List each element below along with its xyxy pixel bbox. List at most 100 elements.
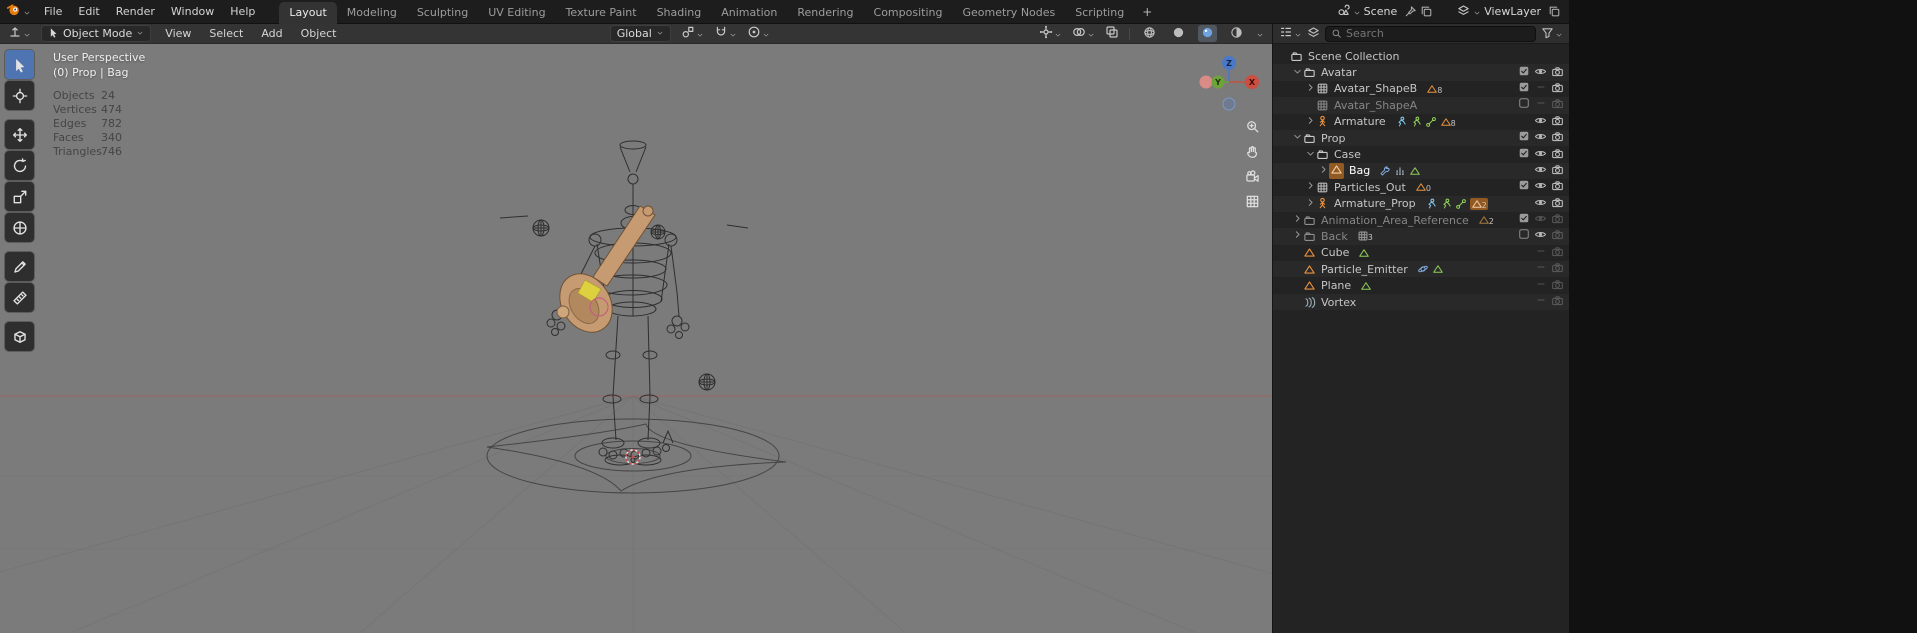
hide-eye-icon[interactable] [1534, 147, 1547, 163]
outliner-row-avatar-shapeb[interactable]: Avatar_ShapeB8 [1273, 81, 1569, 97]
eye-disabled-icon[interactable] [1535, 97, 1547, 113]
render-checkbox-unchecked[interactable] [1518, 228, 1530, 244]
gizmo-axis-neg-z[interactable] [1223, 98, 1235, 110]
blender-menu-button[interactable] [0, 2, 36, 21]
hide-eye-icon[interactable] [1534, 65, 1547, 81]
render-checkbox-checked[interactable] [1518, 179, 1530, 195]
render-camera-icon[interactable] [1551, 179, 1564, 195]
tool-tweak-select-button[interactable] [5, 50, 34, 79]
pivot-point-button[interactable] [681, 24, 704, 43]
outliner-row-back[interactable]: Back3 [1273, 228, 1569, 244]
tool-move-button[interactable] [5, 120, 34, 149]
render-camera-icon[interactable] [1551, 114, 1564, 130]
hide-eye-icon[interactable] [1534, 196, 1547, 212]
render-camera-icon[interactable] [1551, 163, 1564, 179]
search-input[interactable] [1346, 27, 1530, 40]
render-checkbox-checked[interactable] [1518, 147, 1530, 163]
camera-view-button[interactable] [1241, 167, 1263, 189]
render-checkbox-unchecked[interactable] [1518, 97, 1530, 113]
workspace-tab-texture-paint[interactable]: Texture Paint [556, 2, 647, 24]
outliner-row-prop[interactable]: Prop [1273, 130, 1569, 146]
show-overlays-button[interactable] [1072, 24, 1095, 43]
eye-disabled-icon[interactable] [1535, 278, 1547, 294]
outliner-row-case[interactable]: Case [1273, 146, 1569, 162]
collapse-icon[interactable] [1292, 131, 1303, 145]
workspace-tab-uv-editing[interactable]: UV Editing [478, 2, 555, 24]
outliner-row-scene-collection[interactable]: Scene Collection [1273, 48, 1569, 64]
tool-scale-button[interactable] [5, 182, 34, 211]
render-camera-icon[interactable] [1551, 65, 1564, 81]
toggle-perspective-button[interactable] [1241, 192, 1263, 214]
zoom-button[interactable] [1241, 117, 1263, 139]
eye-disabled-icon[interactable] [1535, 245, 1547, 261]
menu-view[interactable]: View [161, 26, 195, 41]
hide-eye-icon[interactable] [1534, 228, 1547, 244]
gizmo-axis-neg-x[interactable] [1200, 76, 1213, 89]
xray-toggle[interactable] [1105, 24, 1119, 43]
outliner-row-bag[interactable]: Bag [1273, 163, 1569, 179]
render-camera-icon[interactable] [1551, 147, 1564, 163]
hide-eye-icon[interactable] [1534, 114, 1547, 130]
outliner-row-avatar-shapea[interactable]: Avatar_ShapeA [1273, 97, 1569, 113]
outliner-row-avatar[interactable]: Avatar [1273, 64, 1569, 80]
render-camera-icon[interactable] [1551, 130, 1564, 146]
hide-eye-icon[interactable] [1534, 130, 1547, 146]
workspace-tab-sculpting[interactable]: Sculpting [407, 2, 478, 24]
expand-icon[interactable] [1305, 197, 1316, 211]
outliner-row-armature[interactable]: Armature8 [1273, 114, 1569, 130]
tool-rotate-button[interactable] [5, 151, 34, 180]
shading-wireframe-button[interactable] [1140, 25, 1159, 42]
expand-icon[interactable] [1292, 213, 1303, 227]
menu-help[interactable]: Help [222, 2, 263, 21]
expand-icon[interactable] [1292, 229, 1303, 243]
eye-disabled-icon[interactable] [1535, 261, 1547, 277]
render-camera-icon[interactable] [1551, 97, 1564, 113]
tool-add-cube-button[interactable] [5, 322, 34, 351]
menu-file[interactable]: File [36, 2, 70, 21]
render-camera-icon[interactable] [1551, 81, 1564, 97]
menu-render[interactable]: Render [108, 2, 163, 21]
workspace-tab-rendering[interactable]: Rendering [787, 2, 863, 24]
outliner-row-armature-prop[interactable]: Armature_Prop2 [1273, 196, 1569, 212]
filter-button[interactable] [1541, 24, 1563, 43]
outliner-row-animation-area-reference[interactable]: Animation_Area_Reference2 [1273, 212, 1569, 228]
shading-rendered-button[interactable] [1227, 25, 1246, 42]
scene-selector[interactable]: Scene [1333, 1, 1402, 22]
workspace-tab-compositing[interactable]: Compositing [864, 2, 953, 24]
workspace-tab-modeling[interactable]: Modeling [337, 2, 407, 24]
render-checkbox-checked[interactable] [1518, 212, 1530, 228]
outliner-row-particle-emitter[interactable]: Particle_Emitter [1273, 261, 1569, 277]
workspace-tab-geometry-nodes[interactable]: Geometry Nodes [952, 2, 1065, 24]
collapse-icon[interactable] [1292, 66, 1303, 80]
hide-eye-icon[interactable] [1534, 179, 1547, 195]
render-camera-icon[interactable] [1551, 294, 1564, 310]
hide-eye-icon[interactable] [1534, 163, 1547, 179]
menu-select[interactable]: Select [205, 26, 247, 41]
outliner-editor-type-button[interactable] [1279, 24, 1302, 43]
snap-toggle[interactable] [714, 24, 737, 43]
render-camera-icon[interactable] [1551, 245, 1564, 261]
workspace-tab-layout[interactable]: Layout [279, 2, 336, 24]
proportional-edit-button[interactable] [747, 24, 770, 43]
pin-scene-button[interactable] [1404, 5, 1417, 18]
add-workspace-button[interactable]: + [1134, 2, 1160, 24]
outliner-row-particles-out[interactable]: Particles_Out0 [1273, 179, 1569, 195]
render-checkbox-checked[interactable] [1518, 81, 1530, 97]
outliner-row-vortex[interactable]: Vortex [1273, 294, 1569, 310]
render-camera-icon[interactable] [1551, 212, 1564, 228]
menu-add[interactable]: Add [257, 26, 286, 41]
empty-sphere[interactable] [651, 225, 665, 239]
render-camera-icon[interactable] [1551, 261, 1564, 277]
outliner-row-cube[interactable]: Cube [1273, 245, 1569, 261]
display-mode-button[interactable] [1307, 24, 1320, 43]
shading-dropdown[interactable] [1256, 24, 1264, 43]
render-camera-icon[interactable] [1551, 196, 1564, 212]
tool-annotate-button[interactable] [5, 252, 34, 281]
expand-icon[interactable] [1305, 82, 1316, 96]
menu-window[interactable]: Window [163, 2, 222, 21]
viewport-canvas[interactable] [0, 44, 1272, 633]
eye-disabled-icon[interactable] [1535, 81, 1547, 97]
menu-edit[interactable]: Edit [70, 2, 107, 21]
expand-icon[interactable] [1305, 180, 1316, 194]
workspace-tab-scripting[interactable]: Scripting [1065, 2, 1134, 24]
